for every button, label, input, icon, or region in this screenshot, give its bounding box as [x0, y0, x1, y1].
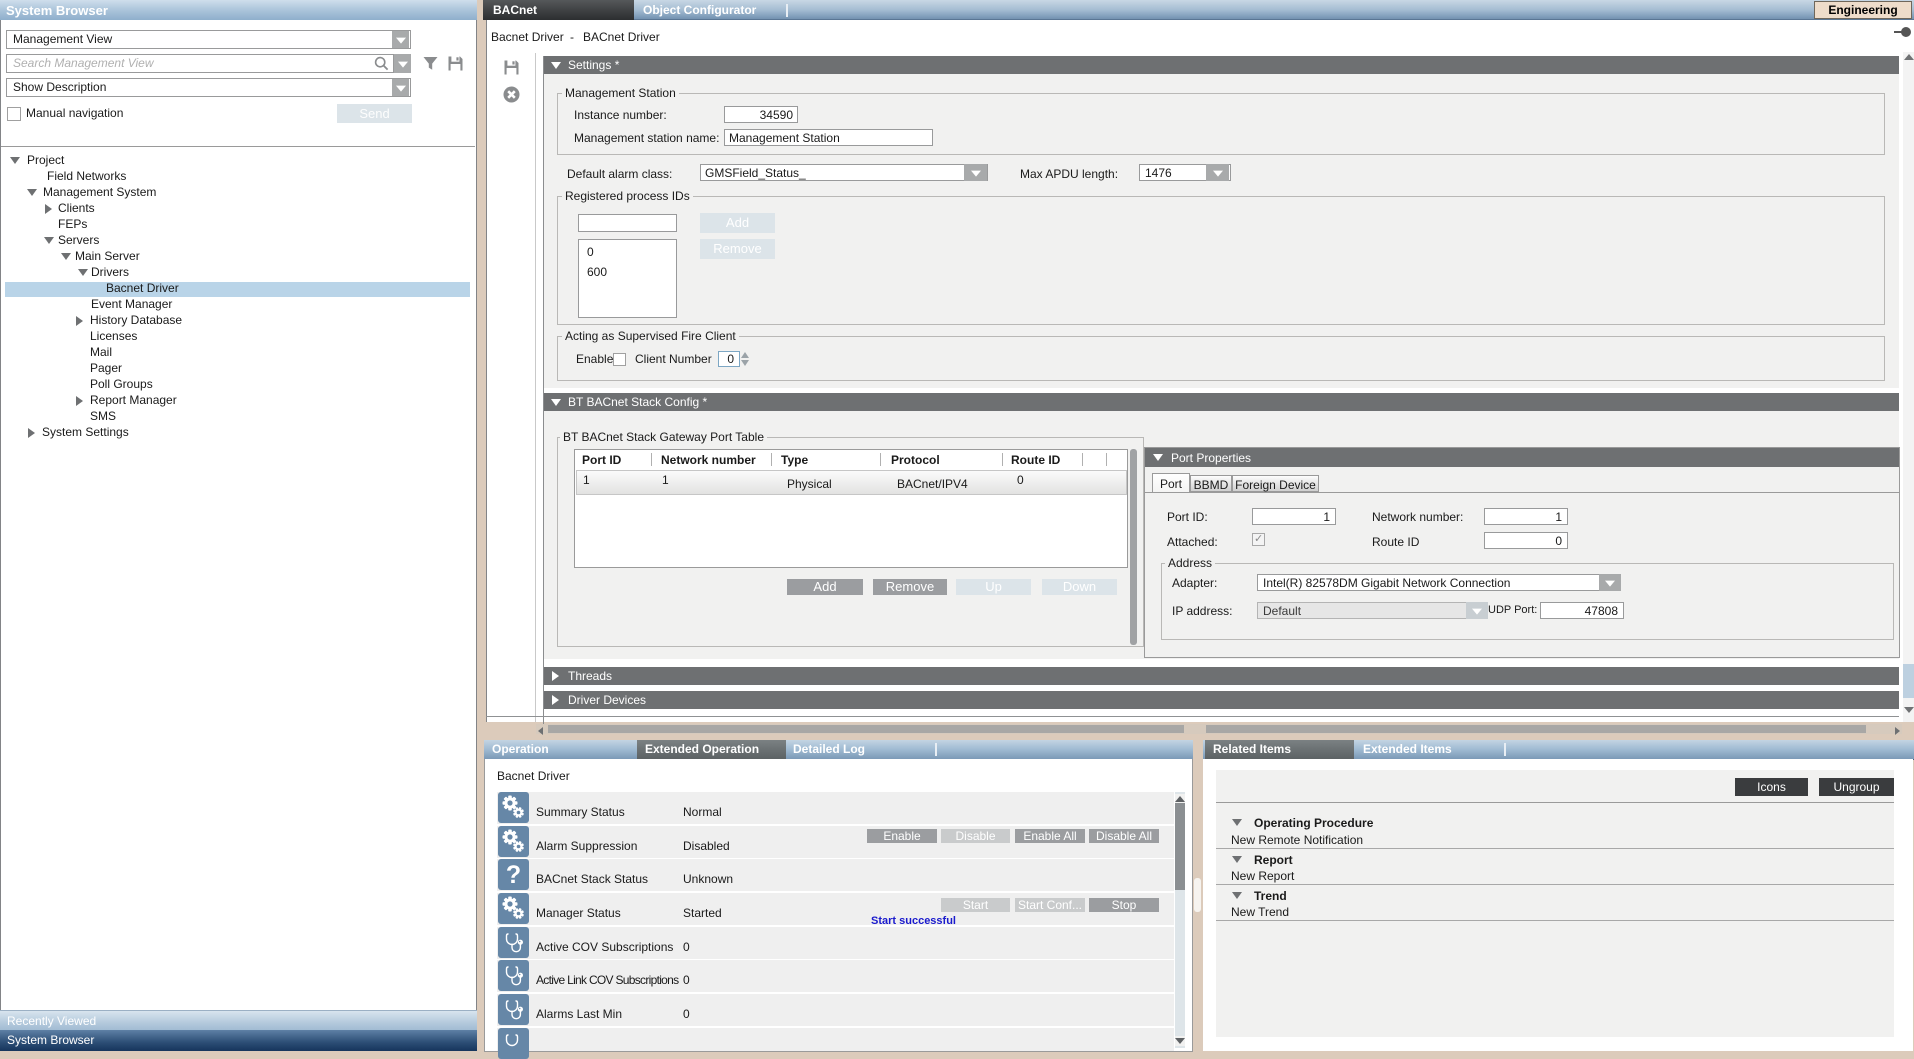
svg-text:?: ?: [506, 861, 521, 889]
